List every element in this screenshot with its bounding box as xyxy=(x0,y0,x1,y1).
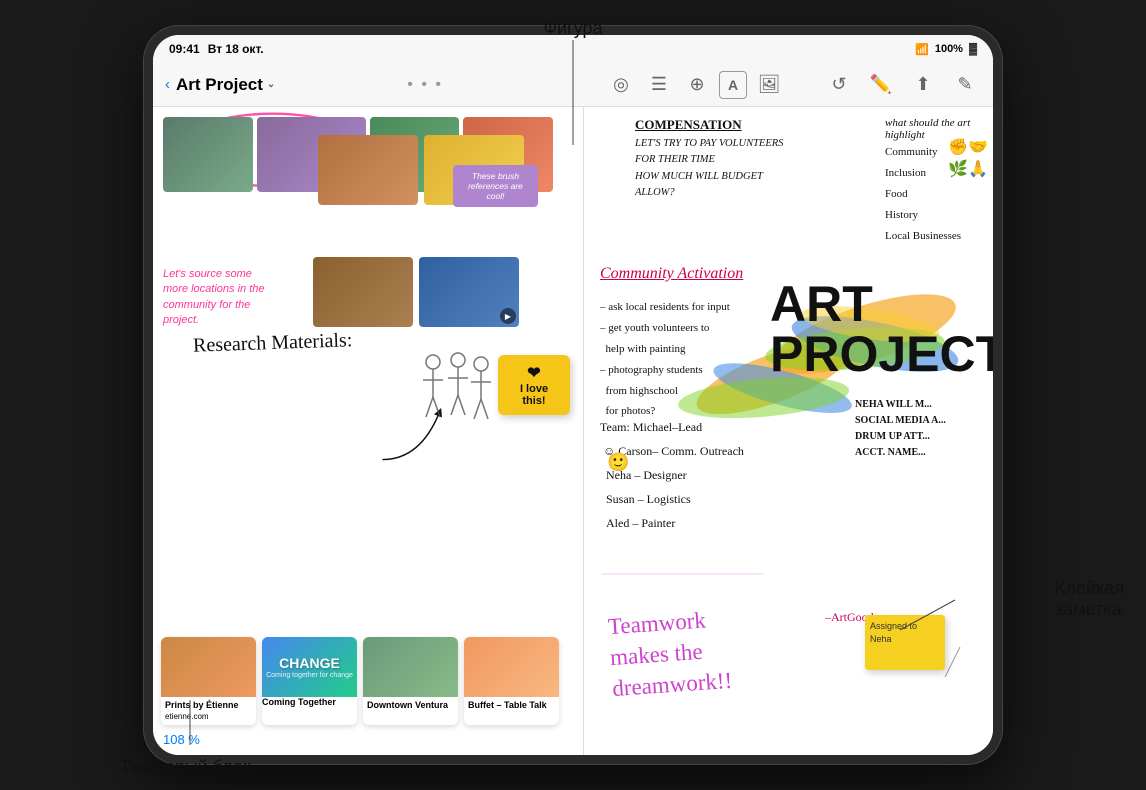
ipad-screen: 09:41 Вт 18 окт. 📶 100% ▓ ‹ Art Project … xyxy=(153,35,993,755)
buffet-card[interactable]: Buffet – Table Talk xyxy=(464,637,559,725)
community-activation-text: Community Activation xyxy=(600,265,743,283)
canvas-area: Let's source some more locations in the … xyxy=(153,107,993,755)
row3-images: ▶ xyxy=(313,257,519,327)
research-materials-text: Research Materials: xyxy=(193,329,353,358)
compensation-note: COMPENSATION LET'S TRY TO PAY VOLUNTEERS… xyxy=(635,117,795,201)
sticky-neha[interactable]: Assigned to Neha xyxy=(865,615,945,670)
photo-8[interactable]: ▶ xyxy=(419,257,519,327)
layers-icon[interactable]: ⊕ xyxy=(681,69,713,101)
drawing-figure xyxy=(418,342,498,432)
toolbar: ‹ Art Project ⌄ • • • ◎ ☰ ⊕ A 🖼 ↺ ✏️ ⬆ xyxy=(153,63,993,107)
battery-text: 100% xyxy=(935,43,963,55)
heart-emoji: ❤ xyxy=(527,363,540,383)
left-panel: Let's source some more locations in the … xyxy=(153,107,563,755)
route-icon[interactable]: ◎ xyxy=(605,69,637,101)
sticky-note-label: Клейкаязаметка xyxy=(1055,578,1124,620)
wifi-icon: 📶 xyxy=(915,43,929,56)
list-item: Local Businesses xyxy=(885,226,961,247)
pink-annotation-text: Let's source some more locations in the … xyxy=(163,267,273,329)
chevron-down-icon: ⌄ xyxy=(267,79,275,90)
ventura-card[interactable]: Downtown Ventura xyxy=(363,637,458,725)
sticky-brush[interactable]: These brush references are cool! xyxy=(453,165,538,207)
text-icon[interactable]: A xyxy=(719,71,747,99)
back-button[interactable]: ‹ xyxy=(165,76,170,93)
list-icon[interactable]: ☰ xyxy=(643,69,675,101)
compensation-body: LET'S TRY TO PAY VOLUNTEERS FOR THEIR TI… xyxy=(635,136,795,201)
zoom-indicator: 108 % xyxy=(163,732,200,747)
community-icons: ✊🤝🌿🙏 xyxy=(948,137,988,182)
status-bar: 09:41 Вт 18 окт. 📶 100% ▓ xyxy=(153,35,993,63)
project-title[interactable]: Art Project ⌄ xyxy=(176,75,275,95)
photo-1[interactable] xyxy=(163,117,253,192)
photo-7[interactable] xyxy=(313,257,413,327)
share-icon[interactable]: ⬆ xyxy=(907,69,939,101)
neha-note: NEHA WILL M...SOCIAL MEDIA A...DRUM UP A… xyxy=(855,397,946,461)
play-button-2[interactable]: ▶ xyxy=(500,308,516,324)
back-chevron: ‹ xyxy=(165,76,170,93)
battery-icon: ▓ xyxy=(969,43,977,55)
image-icon[interactable]: 🖼 xyxy=(753,69,785,101)
sticky-heart[interactable]: ❤ I lovethis! xyxy=(498,355,570,415)
status-time: 09:41 xyxy=(169,42,200,56)
list-item: History xyxy=(885,205,961,226)
community-list-text: – ask local residents for input – get yo… xyxy=(600,297,730,422)
undo-icon[interactable]: ↺ xyxy=(823,69,855,101)
pen-icon[interactable]: ✏️ xyxy=(865,69,897,101)
more-options-icon[interactable]: • • • xyxy=(407,76,443,94)
status-date: Вт 18 окт. xyxy=(208,42,264,56)
prints-card[interactable]: Prints by Étienne etienne.com xyxy=(161,637,256,725)
teamwork-text: Teamworkmakes thedreamwork!! xyxy=(607,603,733,704)
art-project-text: ART PROJECT xyxy=(770,279,993,379)
team-note: Team: Michael–Lead ☺ Carson– Comm. Outre… xyxy=(600,415,744,535)
vertical-divider xyxy=(583,107,584,755)
edit-icon[interactable]: ✎ xyxy=(949,69,981,101)
bottom-cards-row: Prints by Étienne etienne.com CHANGE Com… xyxy=(161,637,559,725)
change-card[interactable]: CHANGE Coming together for change Coming… xyxy=(262,637,357,725)
smiley-icon: 🙂 xyxy=(607,452,629,473)
ipad-frame: 09:41 Вт 18 окт. 📶 100% ▓ ‹ Art Project … xyxy=(143,25,1003,765)
right-panel: COMPENSATION LET'S TRY TO PAY VOLUNTEERS… xyxy=(585,107,993,755)
photo-5[interactable] xyxy=(318,135,418,205)
list-item: Food xyxy=(885,184,961,205)
change-word: CHANGE xyxy=(266,655,353,671)
sticky-heart-text: I lovethis! xyxy=(520,383,548,407)
